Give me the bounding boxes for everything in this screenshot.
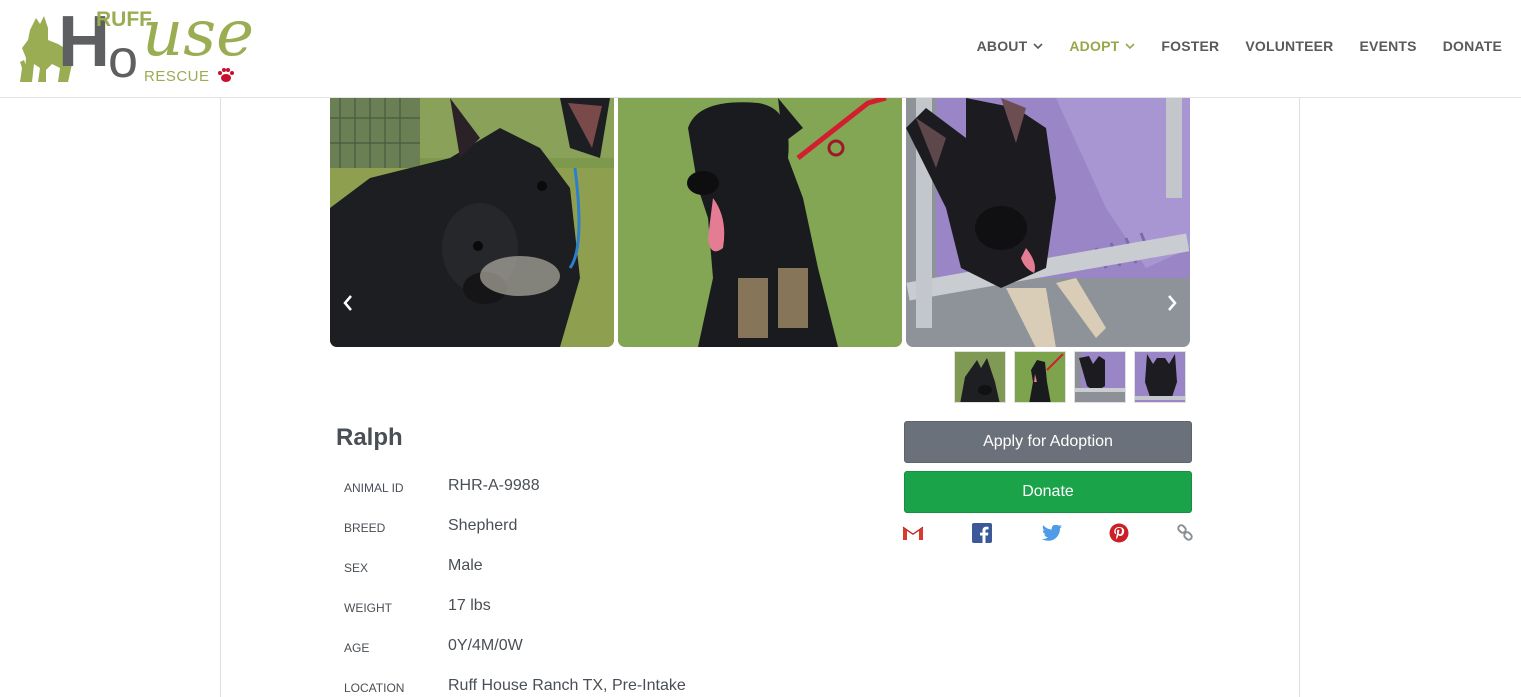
pet-name: Ralph <box>336 424 403 451</box>
nav-item-foster[interactable]: FOSTER <box>1161 38 1219 54</box>
nav-adopt-label: ADOPT <box>1069 38 1120 54</box>
carousel-next-button[interactable] <box>1157 290 1187 316</box>
nav-item-adopt[interactable]: ADOPT <box>1069 38 1135 54</box>
nav-item-events[interactable]: EVENTS <box>1360 38 1417 54</box>
detail-value: RHR-A-9988 <box>448 477 540 494</box>
chevron-right-icon <box>1168 295 1177 311</box>
facebook-icon <box>972 523 992 543</box>
nav-foster-label: FOSTER <box>1161 38 1220 54</box>
carousel-photo-1[interactable] <box>330 98 614 347</box>
apply-for-adoption-button[interactable]: Apply for Adoption <box>904 421 1192 463</box>
share-bar <box>902 522 1193 544</box>
nav-about-label: ABOUT <box>976 38 1028 54</box>
twitter-share-button[interactable] <box>1041 522 1063 544</box>
pinterest-icon <box>1109 523 1129 543</box>
detail-value: 0Y/4M/0W <box>448 637 523 654</box>
thumbnail-2[interactable] <box>1014 351 1066 403</box>
detail-value: Shepherd <box>448 517 518 534</box>
link-icon <box>1177 524 1193 541</box>
detail-row-animal-id: ANIMAL ID RHR-A-9988 <box>344 466 686 506</box>
detail-row-location: LOCATION Ruff House Ranch TX, Pre-Intake <box>344 666 686 697</box>
detail-label: WEIGHT <box>344 601 392 615</box>
detail-value: 17 lbs <box>448 597 491 614</box>
chevron-left-icon <box>343 295 352 311</box>
logo-rescue-text: RESCUE <box>144 68 210 85</box>
photo-carousel <box>330 98 1190 347</box>
detail-row-sex: SEX Male <box>344 546 686 586</box>
carousel-photo-3[interactable] <box>906 98 1190 347</box>
detail-row-breed: BREED Shepherd <box>344 506 686 546</box>
content-border-right <box>1299 98 1300 697</box>
gmail-share-button[interactable] <box>902 522 924 544</box>
pet-details: ANIMAL ID RHR-A-9988 BREED Shepherd SEX … <box>344 466 686 697</box>
thumbnail-4[interactable] <box>1134 351 1186 403</box>
detail-row-age: AGE 0Y/4M/0W <box>344 626 686 666</box>
main-nav: ABOUT ADOPT FOSTER VOLUNTEER EVENTS DONA… <box>951 38 1502 54</box>
detail-label: AGE <box>344 641 370 655</box>
detail-label: BREED <box>344 521 386 535</box>
logo-house-o: o <box>108 29 139 89</box>
paw-print-icon <box>218 68 234 82</box>
facebook-share-button[interactable] <box>971 522 993 544</box>
content-border-left <box>220 98 221 697</box>
donate-button[interactable]: Donate <box>904 471 1192 513</box>
carousel-photo-2[interactable] <box>618 98 902 347</box>
copy-link-button[interactable] <box>1174 522 1196 544</box>
thumbnail-1[interactable] <box>954 351 1006 403</box>
detail-label: SEX <box>344 561 369 575</box>
detail-label: ANIMAL ID <box>344 481 404 495</box>
detail-value: Male <box>448 557 483 574</box>
logo-house-use: use <box>142 0 254 71</box>
thumbnail-3[interactable] <box>1074 351 1126 403</box>
site-header: H RUFF o use RESCUE ABOUT ADOPT FOSTER V… <box>0 0 1521 98</box>
nav-volunteer-label: VOLUNTEER <box>1245 38 1334 54</box>
detail-label: LOCATION <box>344 681 405 695</box>
twitter-icon <box>1042 525 1062 541</box>
nav-donate-label: DONATE <box>1442 38 1502 54</box>
detail-value: Ruff House Ranch TX, Pre-Intake <box>448 677 686 694</box>
detail-row-weight: WEIGHT 17 lbs <box>344 586 686 626</box>
nav-item-donate[interactable]: DONATE <box>1443 38 1502 54</box>
thumbnail-strip <box>954 351 1194 403</box>
nav-events-label: EVENTS <box>1359 38 1417 54</box>
carousel-prev-button[interactable] <box>333 290 363 316</box>
nav-item-volunteer[interactable]: VOLUNTEER <box>1245 38 1333 54</box>
nav-item-about[interactable]: ABOUT <box>977 38 1044 54</box>
gmail-icon <box>902 526 924 540</box>
chevron-down-icon <box>1033 42 1043 49</box>
ruff-house-rescue-logo[interactable]: H RUFF o use RESCUE <box>16 2 254 89</box>
pinterest-share-button[interactable] <box>1108 522 1130 544</box>
chevron-down-icon <box>1125 42 1135 49</box>
